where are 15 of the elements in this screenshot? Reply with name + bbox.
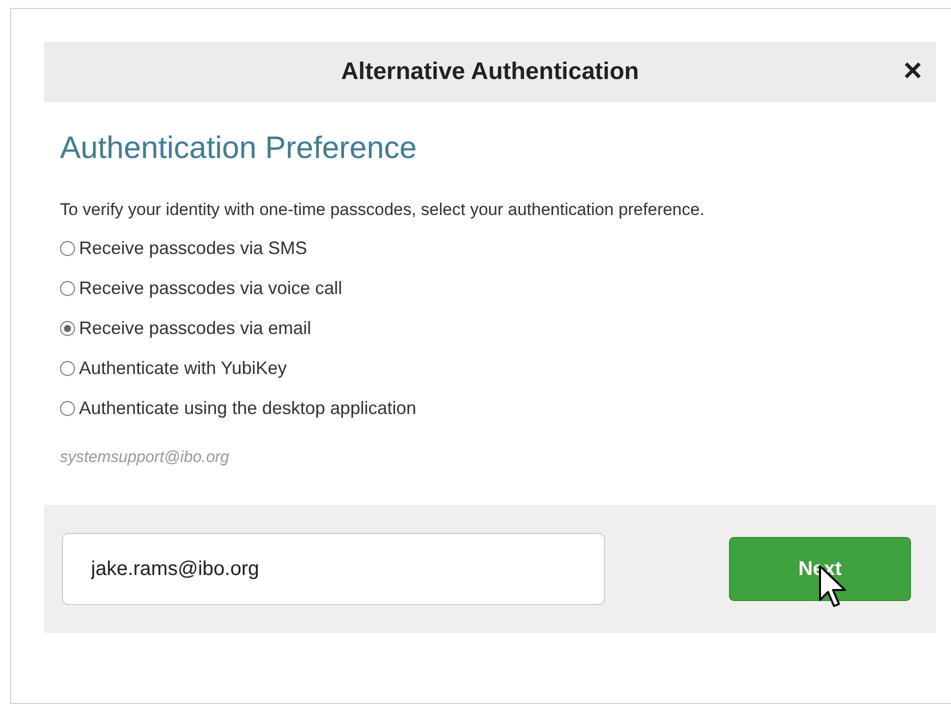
radio-button[interactable] <box>60 281 75 296</box>
instruction-text: To verify your identity with one-time passcodes, select your authentication preference. <box>60 200 706 220</box>
close-button[interactable]: × <box>903 54 922 86</box>
option-label[interactable]: Receive passcodes via SMS <box>79 238 308 259</box>
option-label[interactable]: Receive passcodes via voice call <box>79 278 342 299</box>
section-heading: Authentication Preference <box>60 130 418 166</box>
radio-button[interactable] <box>60 321 75 336</box>
option-label[interactable]: Authenticate with YubiKey <box>79 358 287 379</box>
option-label[interactable]: Receive passcodes via email <box>79 318 312 339</box>
radio-button[interactable] <box>60 361 75 376</box>
hint-text: systemsupport@ibo.org <box>60 449 230 467</box>
radio-button[interactable] <box>60 401 75 416</box>
dialog-title: Alternative Authentication <box>341 58 639 86</box>
radio-button[interactable] <box>60 241 75 256</box>
option-label[interactable]: Authenticate using the desktop application <box>79 398 416 419</box>
